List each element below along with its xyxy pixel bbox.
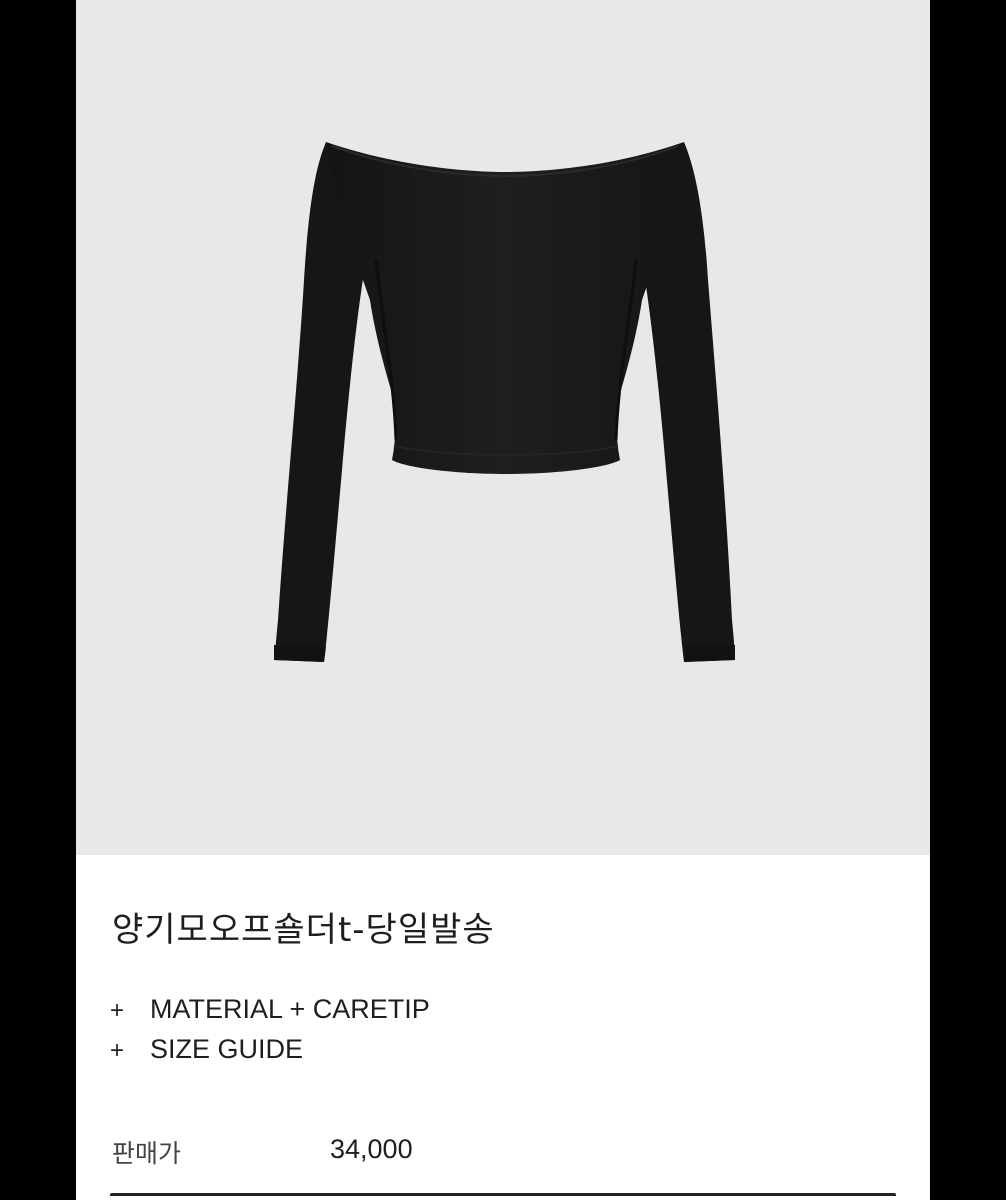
page: 양기모오프숄더t-당일발송 + MATERIAL + CARETIP + SIZE …: [0, 0, 1006, 1200]
price-value: 34,000: [330, 1134, 413, 1164]
accordion-size-guide[interactable]: + SIZE GUIDE: [110, 1034, 303, 1065]
option-select-border[interactable]: [110, 1193, 896, 1196]
accordion-label: MATERIAL + CARETIP: [150, 994, 430, 1024]
plus-icon: +: [110, 997, 125, 1024]
price-label: 판매가: [112, 1139, 182, 1168]
product-title: 양기모오프숄더t-당일발송: [112, 910, 495, 950]
accordion-material-caretip[interactable]: + MATERIAL + CARETIP: [110, 994, 430, 1025]
product-detail: 양기모오프숄더t-당일발송 + MATERIAL + CARETIP + SIZE …: [76, 0, 930, 1200]
garment-illustration: [274, 142, 735, 662]
accordion-label: SIZE GUIDE: [150, 1034, 304, 1064]
plus-icon: +: [110, 1037, 125, 1064]
product-image[interactable]: [76, 0, 930, 855]
